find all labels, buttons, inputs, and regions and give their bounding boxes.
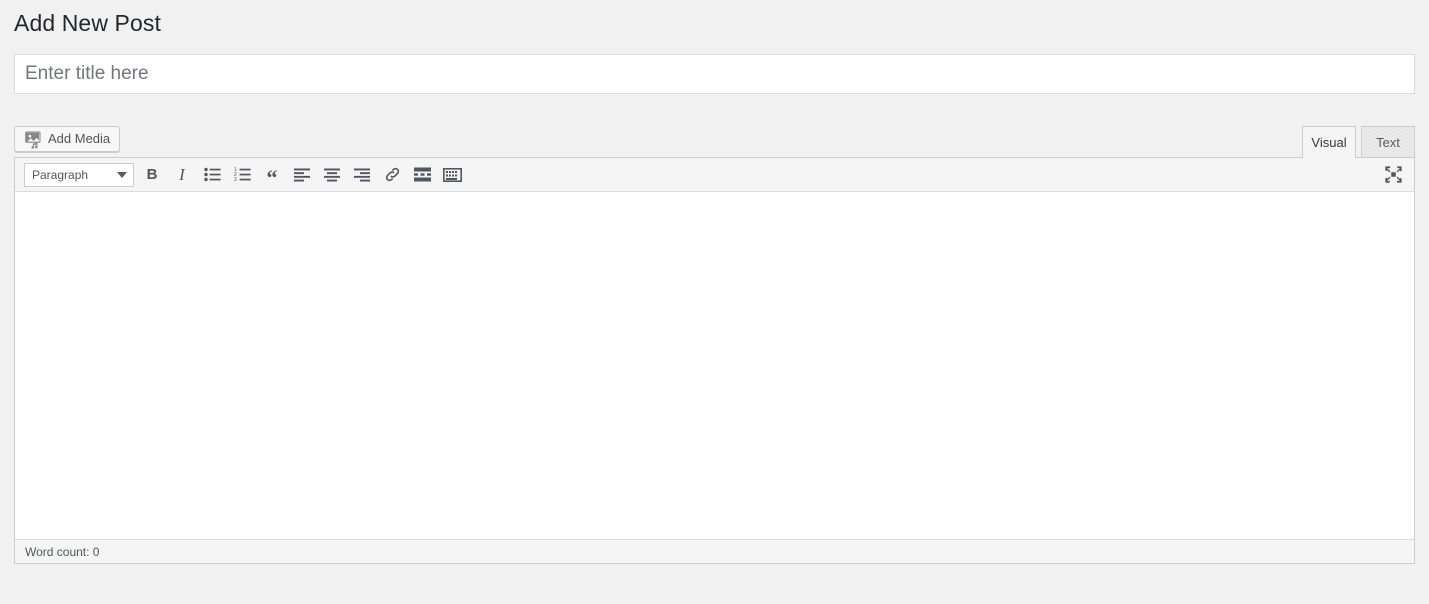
align-center-icon [324, 168, 340, 182]
numbered-list-icon: 1 2 3 [234, 167, 251, 182]
align-right-icon [354, 168, 370, 182]
read-more-icon [413, 167, 431, 182]
media-buttons-row: Add Media Visual Text [14, 126, 1415, 158]
fullscreen-arrows-icon [1384, 165, 1402, 183]
editor-mode-tabs: Visual Text [1297, 126, 1415, 158]
editor-content-area[interactable] [15, 192, 1414, 539]
editor-toolbar: ParagraphHeading 1Heading 2Heading 3Head… [15, 158, 1414, 192]
align-center-button[interactable] [318, 162, 346, 188]
tab-text[interactable]: Text [1361, 126, 1415, 158]
align-right-button[interactable] [348, 162, 376, 188]
media-camera-music-icon [23, 129, 43, 149]
align-left-icon [294, 168, 310, 182]
bulleted-list-icon [203, 167, 221, 182]
add-media-label: Add Media [48, 131, 111, 146]
svg-text:3: 3 [234, 177, 237, 182]
insert-read-more-button[interactable] [408, 162, 436, 188]
title-field-wrap [0, 54, 1429, 94]
align-left-button[interactable] [288, 162, 316, 188]
post-editor: Add Media Visual Text ParagraphHeading 1… [0, 126, 1429, 564]
keyboard-icon [442, 167, 462, 182]
paragraph-format-select[interactable]: ParagraphHeading 1Heading 2Heading 3Head… [24, 162, 134, 187]
editor-container: ParagraphHeading 1Heading 2Heading 3Head… [14, 157, 1415, 564]
format-select-wrap: ParagraphHeading 1Heading 2Heading 3Head… [17, 162, 137, 187]
italic-button[interactable]: I [168, 162, 196, 188]
numbered-list-button[interactable]: 1 2 3 [228, 162, 256, 188]
post-title-input[interactable] [14, 54, 1415, 94]
insert-link-button[interactable] [378, 162, 406, 188]
bold-button[interactable]: B [138, 162, 166, 188]
blockquote-button[interactable]: “ [258, 162, 286, 188]
editor-statusbar: Word count: 0 [15, 539, 1414, 563]
page-title: Add New Post [14, 10, 161, 36]
toolbar-toggle-button[interactable] [438, 162, 466, 188]
bulleted-list-button[interactable] [198, 162, 226, 188]
add-media-button[interactable]: Add Media [14, 126, 121, 152]
distraction-free-writing-button[interactable] [1379, 161, 1407, 187]
link-chain-icon [384, 166, 401, 183]
tab-visual[interactable]: Visual [1302, 126, 1356, 158]
word-count-label: Word count: 0 [25, 544, 100, 559]
